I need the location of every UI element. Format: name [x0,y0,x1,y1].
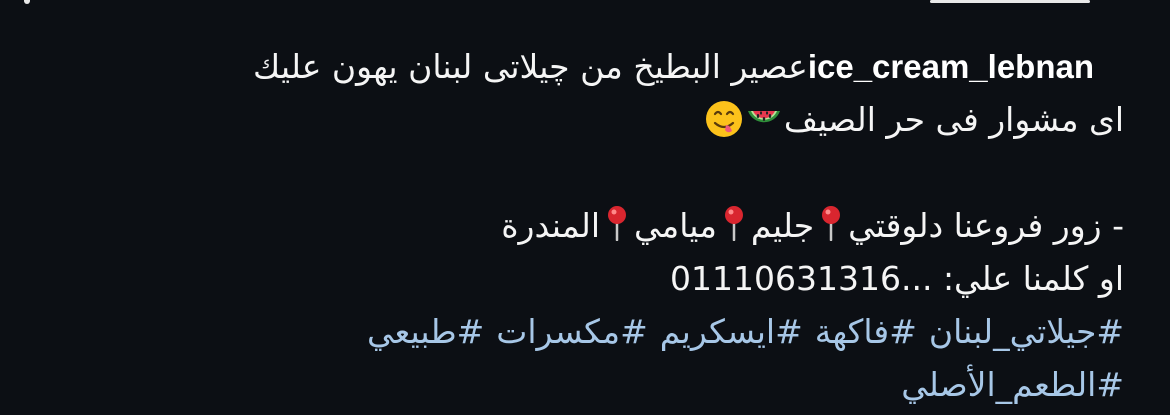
contact-line: او كلمنا علي: 01110631316... [44,252,1124,305]
contact-label: او كلمنا علي: [942,259,1124,298]
post-text: ice_cream_lebnanعصير البطيخ من چيلاتى لب… [44,40,1124,411]
post-line-2: اى مشوار فى حر الصيف [44,93,1124,146]
hashtags-line-2: #الطعم_الأصلي [44,358,1124,411]
post-line-1: ice_cream_lebnanعصير البطيخ من چيلاتى لب… [44,40,1124,93]
post-sentence-2: اى مشوار فى حر الصيف [783,100,1124,139]
branch-miami: ميامي [634,206,717,245]
branch-mandara: المندرة [501,206,601,245]
hashtags-line-1: #جيلاتي_لبنان #فاكهة #ايسكريم #مكسرات #طبيعي [44,305,1124,358]
cutoff-previous-line [870,0,1100,6]
round-pushpin-icon [723,205,745,241]
cutoff-previous-mark [24,0,30,4]
branches-prefix: - زور فروعنا دلوقتي [848,206,1124,245]
round-pushpin-icon [820,205,842,241]
post-sentence-1: عصير البطيخ من چيلاتى لبنان يهون عليك [253,47,808,86]
hashtag-link[interactable]: #طبيعي [367,312,484,351]
branch-gleem: جليم [750,206,815,245]
hashtag-link[interactable]: #مكسرات [496,312,647,351]
hashtag-link[interactable]: #الطعم_الأصلي [901,365,1124,404]
phone-number[interactable]: 01110631316... [670,259,932,298]
hashtag-link[interactable]: #ايسكريم [660,312,803,351]
branches-line: - زور فروعنا دلوقتي جليم ميامي المندرة [44,199,1124,252]
username[interactable]: ice_cream_lebnan [808,48,1094,85]
yum-face-icon [704,99,744,139]
watermelon-icon [744,99,784,139]
round-pushpin-icon [606,205,628,241]
hashtag-link[interactable]: #جيلاتي_لبنان [929,312,1124,351]
hashtag-link[interactable]: #فاكهة [815,312,917,351]
